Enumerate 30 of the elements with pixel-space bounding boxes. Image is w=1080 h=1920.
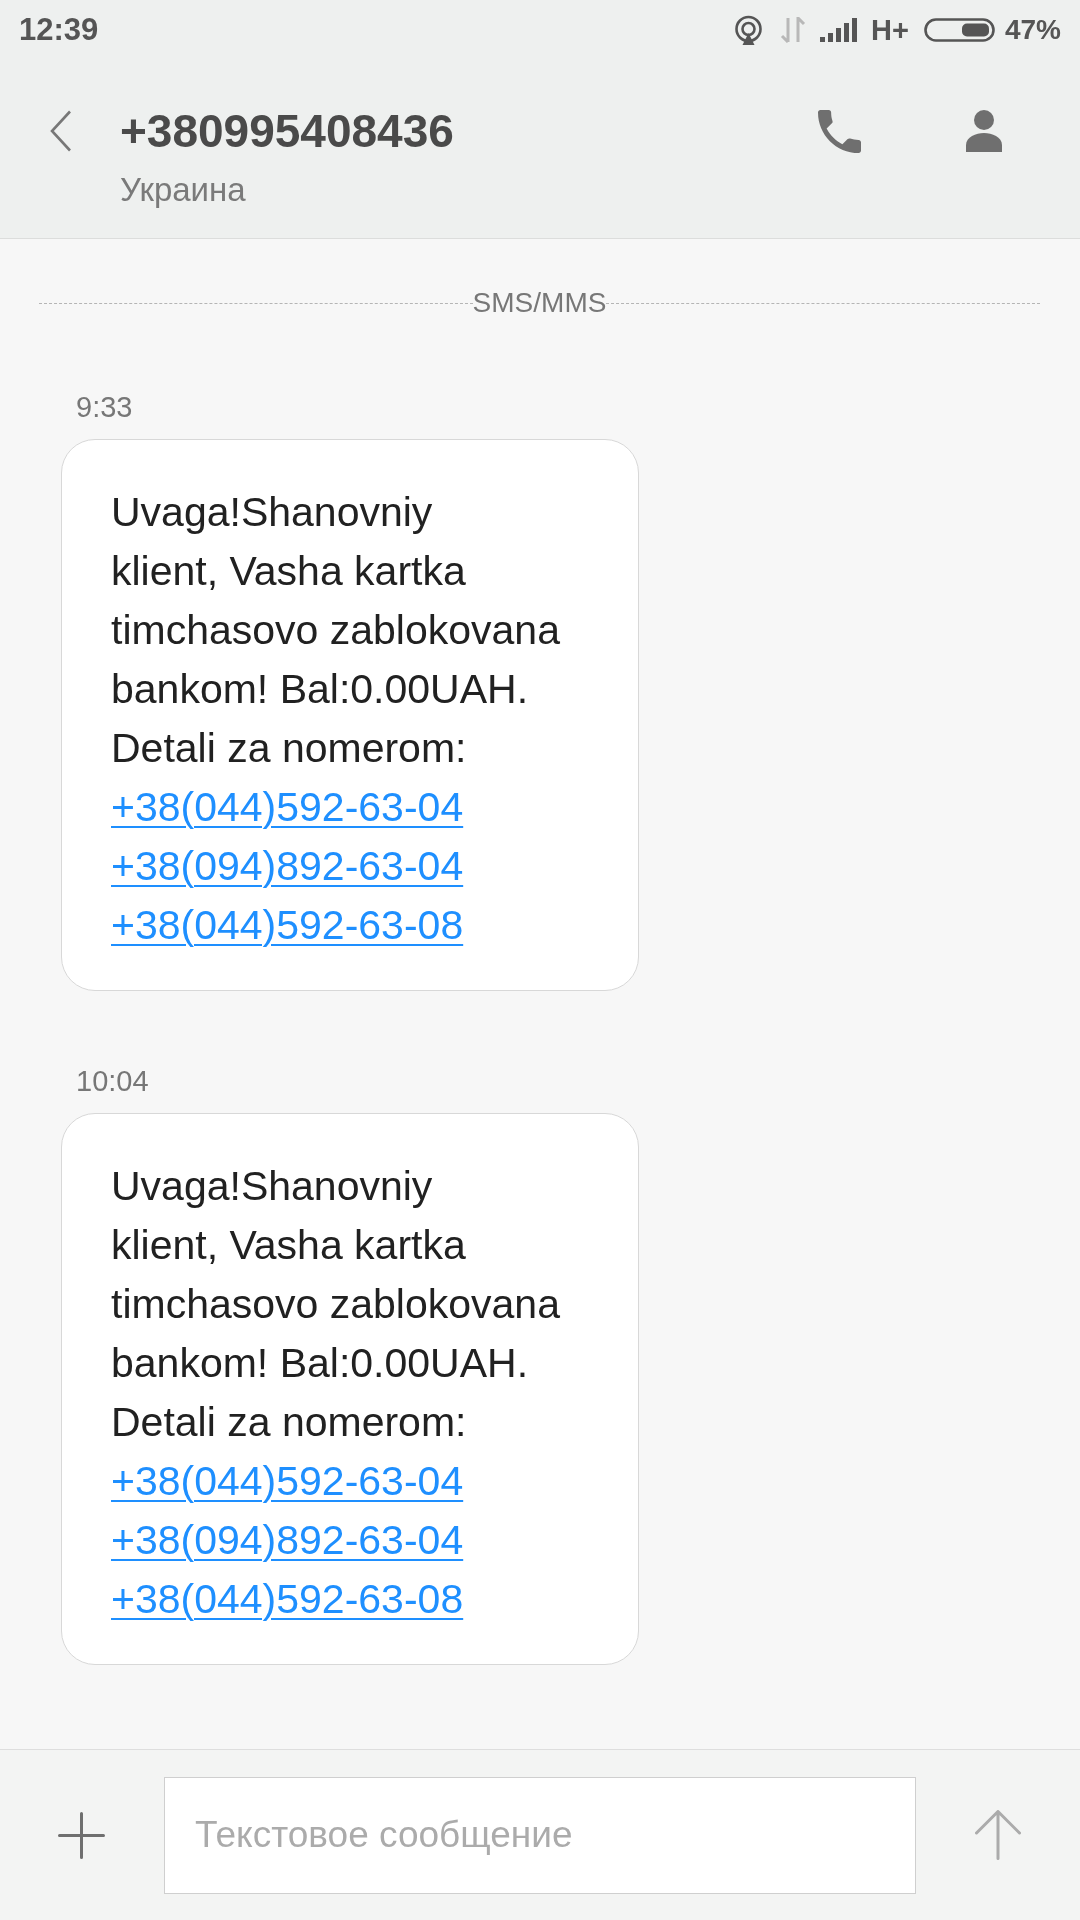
phone-link[interactable]: +38(094)892-63-04	[111, 1511, 464, 1570]
message-text: Uvaga!Shanovniy klient, Vasha kartka timchasovo zablokovana bankom! Bal:0.00UAH. Detali za nomerom:	[111, 1162, 560, 1447]
message-time: 10:04	[76, 1064, 149, 1098]
message-input-field[interactable]: Текстовое сообщение	[164, 1776, 916, 1894]
phone-link[interactable]: +38(094)892-63-04	[111, 837, 464, 896]
data-arrows-icon	[779, 17, 808, 43]
status-time: 12:39	[19, 12, 99, 48]
chevron-left-icon	[50, 110, 72, 152]
phone-link[interactable]: +38(044)592-63-04	[111, 778, 464, 837]
broadcast-icon	[733, 15, 765, 45]
phone-link[interactable]: +38(044)592-63-08	[111, 896, 464, 955]
signal-icon	[820, 18, 858, 42]
battery-icon	[923, 18, 995, 42]
person-icon	[966, 110, 1002, 152]
contact-number: +380995408436	[120, 104, 454, 158]
back-button[interactable]	[50, 110, 72, 152]
network-type: H+	[871, 13, 909, 47]
battery-percent: 47%	[1004, 13, 1061, 47]
call-button[interactable]	[818, 110, 861, 153]
attach-button[interactable]	[58, 1811, 105, 1859]
divider-label: SMS/MMS	[472, 286, 607, 320]
contact-country: Украина	[120, 170, 246, 210]
phone-link[interactable]: +38(044)592-63-08	[111, 1570, 464, 1629]
message-text: Uvaga!Shanovniy klient, Vasha kartka timchasovo zablokovana bankom! Bal:0.00UAH. Detali za nomerom:	[111, 488, 560, 773]
phone-icon	[818, 110, 861, 153]
arrow-up-icon	[975, 1810, 1021, 1860]
message-time: 9:33	[76, 390, 133, 424]
plus-icon	[58, 1811, 105, 1859]
phone-link[interactable]: +38(044)592-63-04	[111, 1452, 464, 1511]
contact-button[interactable]	[966, 110, 1002, 152]
